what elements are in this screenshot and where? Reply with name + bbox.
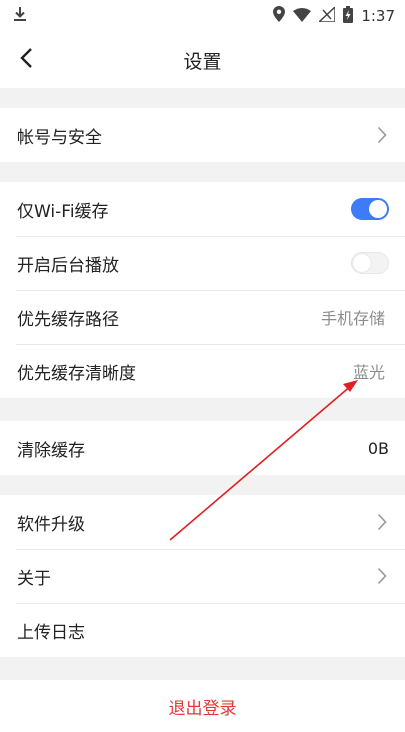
cache-size-value: 0B [367, 438, 389, 458]
status-time: 1:37 [361, 7, 395, 25]
row-label: 优先缓存路径 [17, 309, 119, 330]
row-cache-quality[interactable]: 优先缓存清晰度 蓝光 [0, 344, 405, 398]
row-label: 关于 [17, 568, 51, 589]
row-cache-path[interactable]: 优先缓存路径 手机存储 [0, 290, 405, 344]
row-label: 上传日志 [17, 622, 85, 643]
row-account-security[interactable]: 帐号与安全 [0, 108, 405, 162]
row-label: 软件升级 [17, 514, 85, 535]
settings-group-clear: 清除缓存 0B [0, 421, 405, 475]
row-label: 仅Wi-Fi缓存 [17, 201, 109, 222]
chevron-right-icon [375, 125, 389, 145]
cache-path-value: 手机存储 [320, 309, 385, 328]
row-upload-log[interactable]: 上传日志 [0, 603, 405, 657]
settings-group-about: 软件升级 关于 上传日志 [0, 495, 405, 657]
chevron-right-icon [375, 512, 389, 532]
settings-group-cache: 仅Wi-Fi缓存 开启后台播放 优先缓存路径 手机存储 优先缓存清晰度 蓝光 [0, 182, 405, 398]
background-play-toggle[interactable] [351, 252, 389, 274]
download-icon [12, 6, 28, 26]
row-clear-cache[interactable]: 清除缓存 0B [0, 421, 405, 475]
row-label: 优先缓存清晰度 [17, 363, 136, 384]
row-wifi-only-cache[interactable]: 仅Wi-Fi缓存 [0, 182, 405, 236]
chevron-left-icon [19, 47, 33, 73]
location-icon [273, 6, 286, 26]
row-software-upgrade[interactable]: 软件升级 [0, 495, 405, 549]
row-background-play[interactable]: 开启后台播放 [0, 236, 405, 290]
chevron-right-icon [375, 566, 389, 586]
toggle-knob [353, 254, 371, 272]
signal-icon [317, 4, 337, 26]
logout-button[interactable]: 退出登录 [0, 680, 405, 732]
wifi-only-cache-toggle[interactable] [351, 198, 389, 220]
toggle-knob [369, 200, 387, 218]
logout-label: 退出登录 [168, 698, 237, 719]
battery-charging-icon [343, 5, 354, 27]
page-title: 设置 [183, 50, 222, 73]
cache-quality-value: 蓝光 [352, 363, 385, 382]
row-label: 清除缓存 [17, 440, 85, 461]
row-label: 开启后台播放 [17, 255, 119, 276]
back-button[interactable] [12, 46, 40, 74]
app-bar: 设置 [0, 32, 405, 88]
settings-group-account: 帐号与安全 [0, 108, 405, 162]
row-label: 帐号与安全 [17, 127, 102, 148]
status-bar: 1:37 [0, 0, 405, 32]
wifi-icon [293, 7, 312, 26]
row-about[interactable]: 关于 [0, 549, 405, 603]
